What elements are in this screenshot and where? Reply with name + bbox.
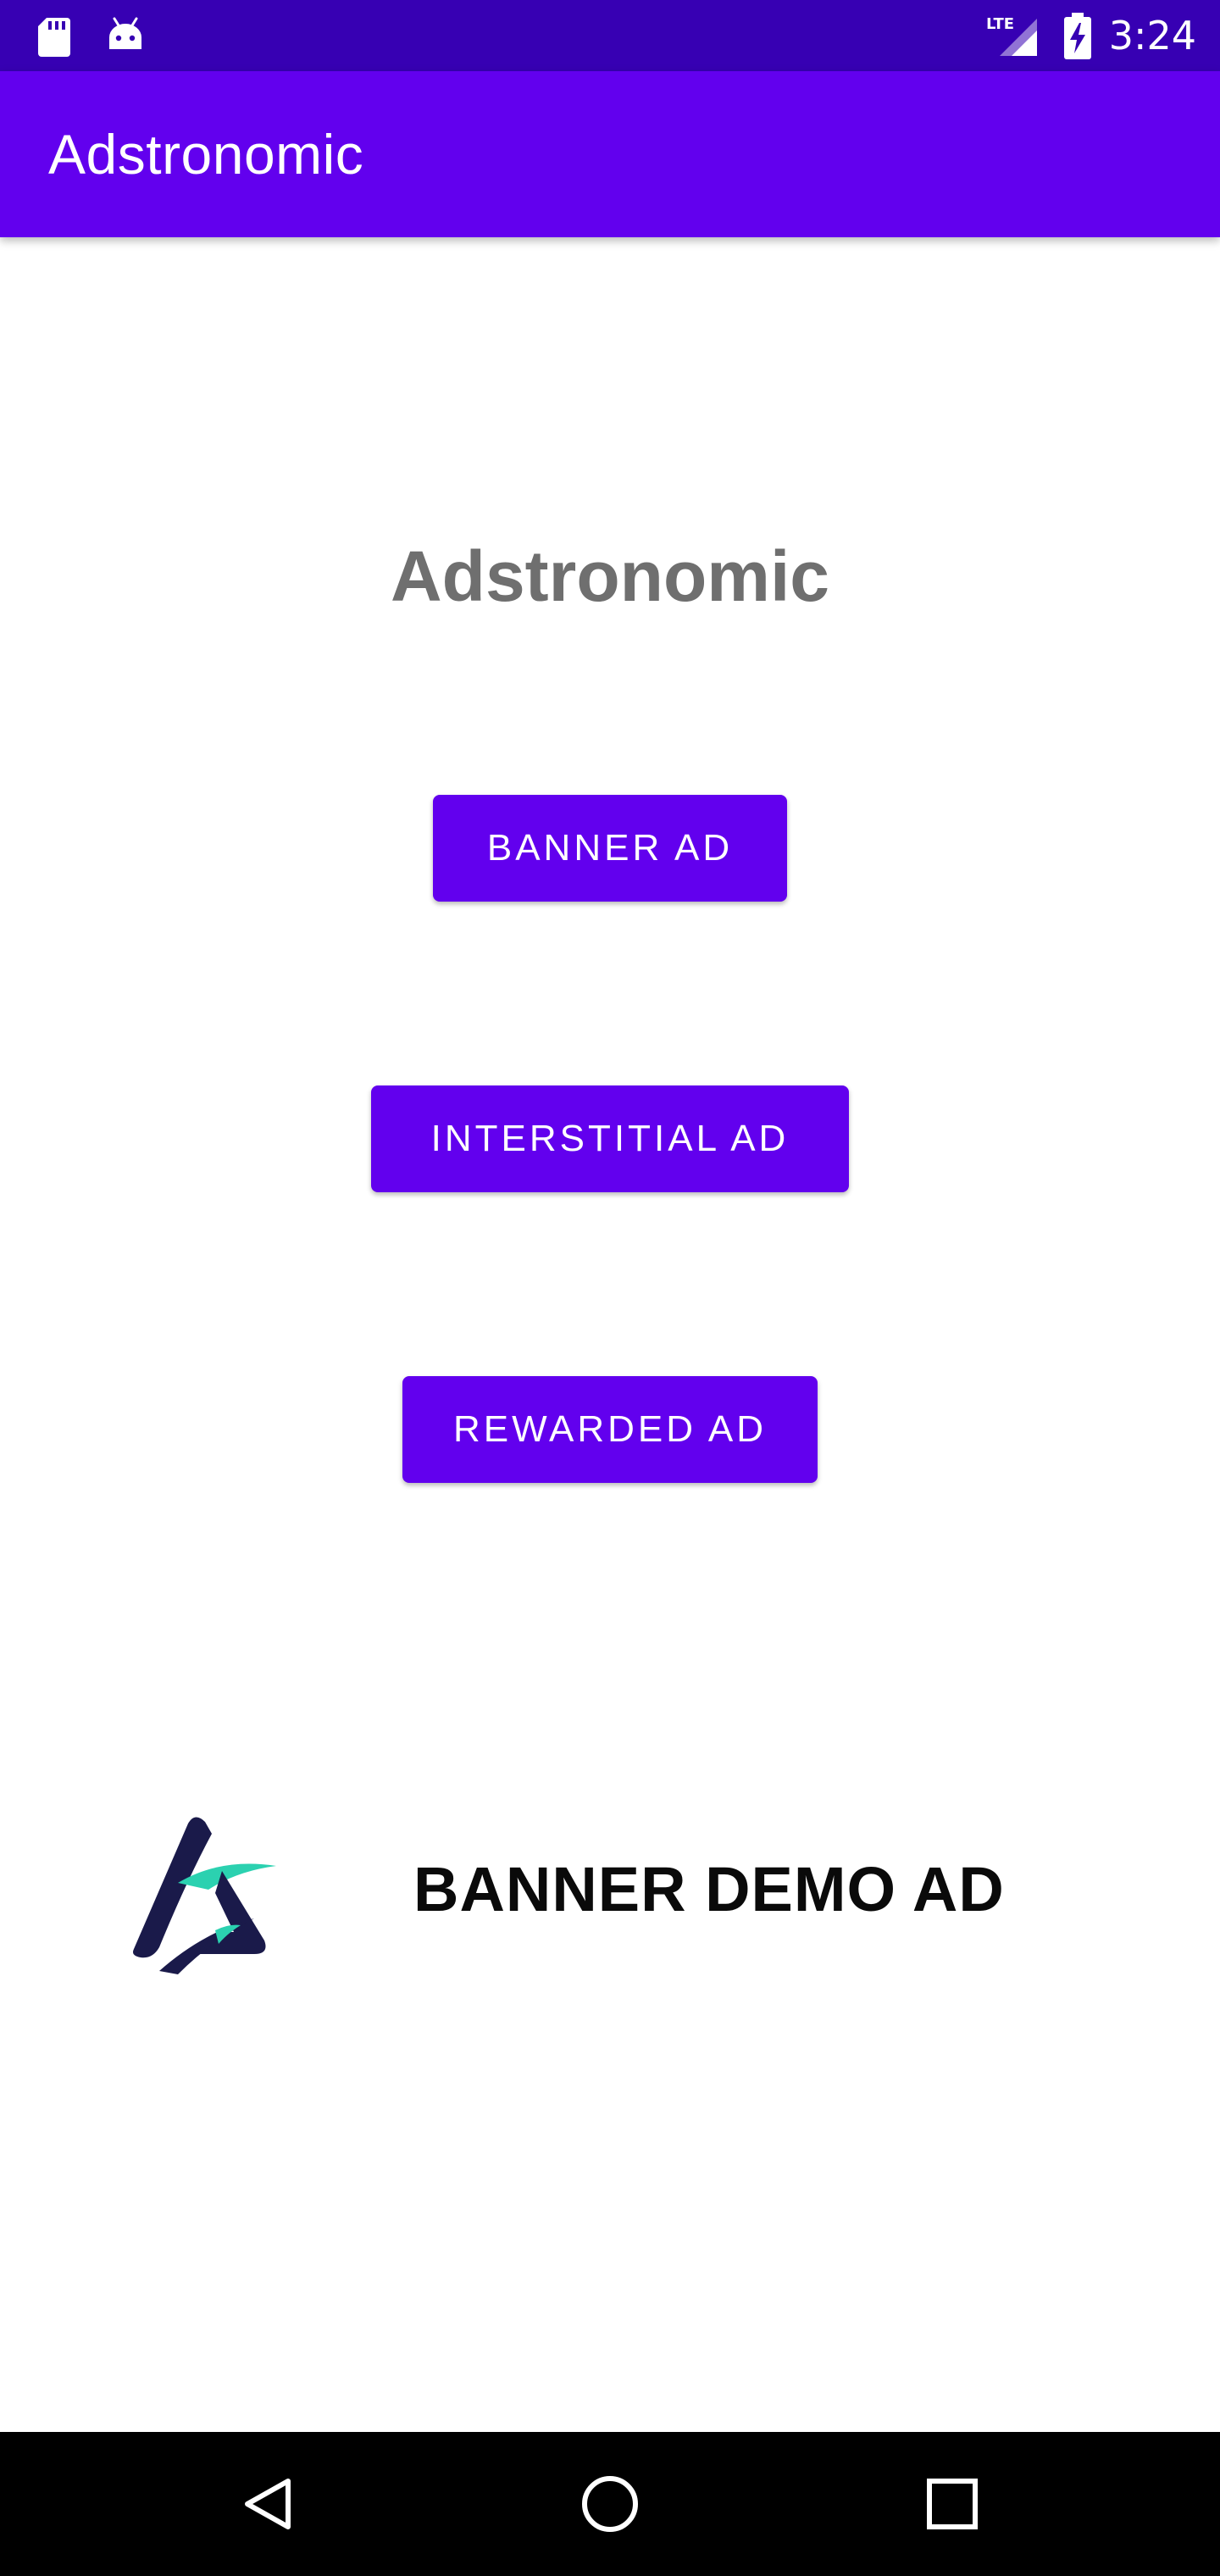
navigation-bar xyxy=(0,2432,1220,2576)
banner-ad[interactable]: BANNER DEMO AD xyxy=(0,1551,1220,1974)
app-bar: Adstronomic xyxy=(0,71,1220,237)
app-bar-title: Adstronomic xyxy=(48,123,364,186)
sd-card-icon xyxy=(36,15,73,58)
home-icon[interactable] xyxy=(525,2432,695,2576)
battery-charging-icon xyxy=(1061,12,1095,61)
adstronomic-logo-icon xyxy=(127,1805,280,1974)
banner-ad-text: BANNER DEMO AD xyxy=(413,1854,1005,1924)
back-icon[interactable] xyxy=(184,2432,353,2576)
main-content: Adstronomic BANNER AD INTERSTITIAL AD RE… xyxy=(0,237,1220,2432)
network-label: LTE xyxy=(986,15,1014,33)
status-bar: LTE 3:24 xyxy=(0,0,1220,71)
status-time: 3:24 xyxy=(1108,13,1196,58)
lte-signal-icon: LTE xyxy=(984,12,1040,59)
banner-ad-button[interactable]: BANNER AD xyxy=(433,795,787,902)
page-heading: Adstronomic xyxy=(390,536,830,616)
rewarded-ad-button[interactable]: REWARDED AD xyxy=(402,1376,818,1483)
interstitial-ad-button[interactable]: INTERSTITIAL AD xyxy=(371,1085,849,1192)
android-debug-icon xyxy=(105,14,146,56)
recents-icon[interactable] xyxy=(868,2432,1037,2576)
